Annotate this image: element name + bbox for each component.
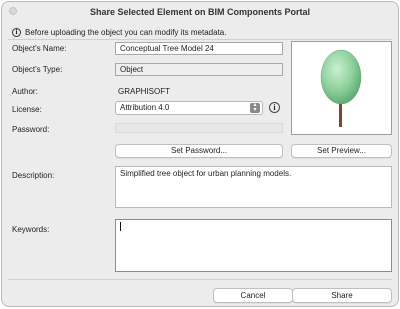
object-name-field[interactable]: Conceptual Tree Model 24 bbox=[115, 42, 283, 55]
title-bar: Share Selected Element on BIM Components… bbox=[2, 2, 398, 22]
keywords-textarea[interactable] bbox=[115, 219, 392, 272]
keywords-label: Keywords: bbox=[12, 225, 50, 234]
preview-image bbox=[291, 41, 392, 135]
divider bbox=[8, 39, 392, 40]
password-field bbox=[115, 123, 283, 133]
object-type-field: Object bbox=[115, 63, 283, 76]
chevron-updown-icon: ▴ ▾ bbox=[250, 102, 260, 113]
window-title: Share Selected Element on BIM Components… bbox=[89, 7, 311, 17]
tree-preview-graphic bbox=[320, 49, 362, 127]
license-value: Attribution 4.0 bbox=[120, 103, 170, 112]
info-icon[interactable]: i bbox=[269, 102, 280, 113]
author-label: Author: bbox=[12, 87, 38, 96]
license-label: License: bbox=[12, 105, 42, 114]
share-button[interactable]: Share bbox=[292, 288, 392, 303]
metadata-hint: i Before uploading the object you can mo… bbox=[12, 26, 226, 38]
divider bbox=[8, 279, 392, 280]
object-type-label: Object's Type: bbox=[12, 65, 63, 74]
description-textarea[interactable]: Simplified tree object for urban plannin… bbox=[115, 166, 392, 208]
author-value: GRAPHISOFT bbox=[118, 87, 171, 96]
share-dialog: Share Selected Element on BIM Components… bbox=[1, 1, 399, 307]
set-password-button[interactable]: Set Password... bbox=[115, 144, 283, 158]
text-cursor bbox=[120, 222, 121, 232]
password-label: Password: bbox=[12, 125, 50, 134]
cancel-button[interactable]: Cancel bbox=[213, 288, 293, 303]
set-preview-button[interactable]: Set Preview... bbox=[291, 144, 392, 158]
object-name-label: Object's Name: bbox=[12, 44, 67, 53]
hint-text: Before uploading the object you can modi… bbox=[25, 27, 227, 37]
license-select[interactable]: Attribution 4.0 ▴ ▾ bbox=[115, 101, 263, 115]
info-icon: i bbox=[12, 27, 21, 37]
description-label: Description: bbox=[12, 171, 55, 180]
tree-canopy bbox=[320, 49, 362, 105]
